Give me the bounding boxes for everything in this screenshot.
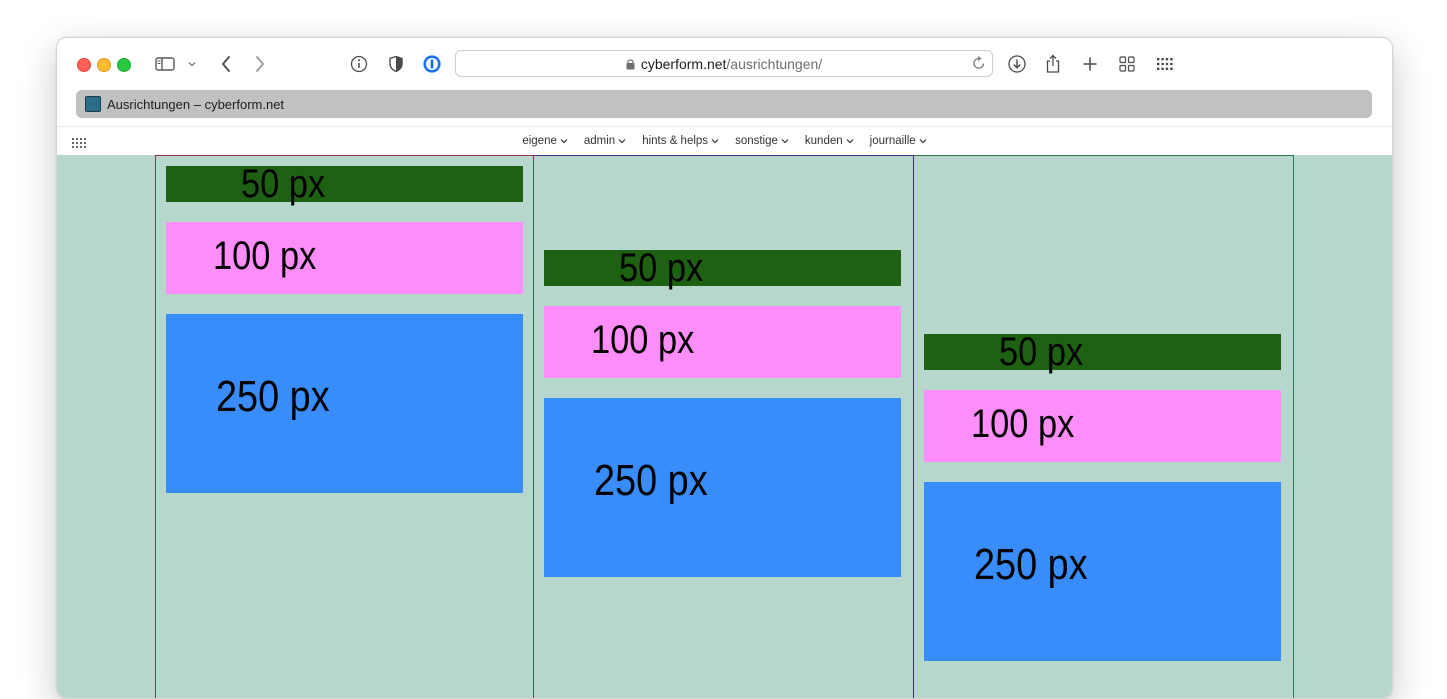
forward-button[interactable] (251, 52, 269, 76)
box-label: 250 px (216, 372, 330, 421)
nav-item-journaille[interactable]: journaille (870, 135, 927, 147)
nav-item-admin[interactable]: admin (584, 135, 626, 147)
site-favicon (85, 96, 101, 112)
box-100: 100 px (544, 306, 901, 378)
box-50: 50 px (544, 246, 901, 290)
sidebar-menu-button[interactable] (185, 52, 199, 76)
address-bar[interactable]: cyberform.net/ausrichtungen/ (455, 50, 993, 77)
page-content: 50 px 100 px 250 px 50 px 100 px 250 px … (57, 155, 1392, 698)
box-250: 250 px (924, 482, 1281, 661)
box-label: 50 px (619, 246, 704, 290)
downloads-button[interactable] (1005, 52, 1029, 76)
nav-item-label: hints & helps (642, 135, 709, 147)
box-250: 250 px (166, 314, 523, 493)
url-path: /ausrichtungen/ (726, 55, 823, 72)
forward-icon (256, 56, 264, 72)
chevron-down-icon (560, 138, 568, 144)
password-manager-button[interactable] (421, 52, 443, 76)
site-nav: eigene admin hints & helps sonstige kund… (57, 126, 1392, 155)
password-manager-icon (423, 55, 441, 73)
column-bottom-aligned: 50 px 100 px 250 px (914, 155, 1294, 698)
chevron-down-icon (618, 138, 626, 144)
nav-item-eigene[interactable]: eigene (522, 135, 568, 147)
nav-item-label: journaille (869, 135, 916, 147)
tab-bar: Ausrichtungen – cyberform.net (76, 90, 1372, 118)
minimize-window-button[interactable] (97, 58, 111, 72)
sidebar-icon (155, 57, 175, 71)
box-100: 100 px (924, 390, 1281, 462)
nav-item-sonstige[interactable]: sonstige (735, 135, 789, 147)
box-100: 100 px (166, 222, 523, 294)
box-250: 250 px (544, 398, 901, 577)
info-icon (350, 55, 368, 73)
browser-window: cyberform.net/ausrichtungen/ Ausrichtung… (56, 37, 1393, 699)
url-domain: cyberform.net (640, 55, 727, 72)
share-icon (1046, 54, 1060, 73)
menu-grid-icon[interactable] (72, 135, 86, 153)
back-icon (222, 56, 230, 72)
apps-grid-icon (1157, 58, 1173, 70)
lock-icon (626, 58, 635, 70)
sidebar-toggle-button[interactable] (154, 52, 176, 76)
box-label: 100 px (971, 402, 1075, 446)
close-window-button[interactable] (77, 58, 91, 72)
box-label: 50 px (999, 330, 1084, 374)
chevron-down-icon (188, 62, 196, 67)
box-label: 250 px (974, 540, 1088, 589)
nav-item-label: sonstige (735, 135, 778, 147)
share-button[interactable] (1042, 52, 1064, 76)
reload-icon (973, 55, 985, 69)
chevron-down-icon (711, 138, 719, 144)
tab-overview-button[interactable] (1116, 52, 1138, 76)
tab-title[interactable]: Ausrichtungen – cyberform.net (107, 97, 284, 112)
chevron-down-icon (846, 138, 854, 144)
column-top-aligned: 50 px 100 px 250 px (155, 155, 534, 698)
privacy-button[interactable] (385, 52, 407, 76)
column-center-aligned: 50 px 100 px 250 px (534, 155, 914, 698)
nav-menu: eigene admin hints & helps sonstige kund… (514, 135, 934, 147)
box-label: 100 px (213, 234, 317, 278)
chevron-down-icon (919, 138, 927, 144)
nav-item-label: eigene (522, 135, 557, 147)
box-label: 100 px (591, 318, 695, 362)
box-label: 250 px (594, 456, 708, 505)
zoom-window-button[interactable] (117, 58, 131, 72)
info-button[interactable] (348, 52, 370, 76)
box-label: 50 px (241, 162, 326, 206)
box-50: 50 px (924, 330, 1281, 374)
nav-item-hints-helps[interactable]: hints & helps (642, 135, 719, 147)
new-tab-button[interactable] (1079, 52, 1101, 76)
box-50: 50 px (166, 162, 523, 206)
nav-item-kunden[interactable]: kunden (805, 135, 854, 147)
reload-button[interactable] (972, 55, 986, 74)
apps-button[interactable] (1153, 52, 1179, 76)
nav-item-label: admin (583, 135, 616, 147)
download-icon (1008, 55, 1026, 73)
chevron-down-icon (781, 138, 789, 144)
shield-icon (389, 55, 403, 73)
tab-overview-icon (1119, 56, 1135, 72)
browser-toolbar: cyberform.net/ausrichtungen/ (57, 38, 1392, 90)
new-tab-icon (1083, 57, 1097, 71)
back-button[interactable] (217, 52, 235, 76)
nav-item-label: kunden (804, 135, 843, 147)
